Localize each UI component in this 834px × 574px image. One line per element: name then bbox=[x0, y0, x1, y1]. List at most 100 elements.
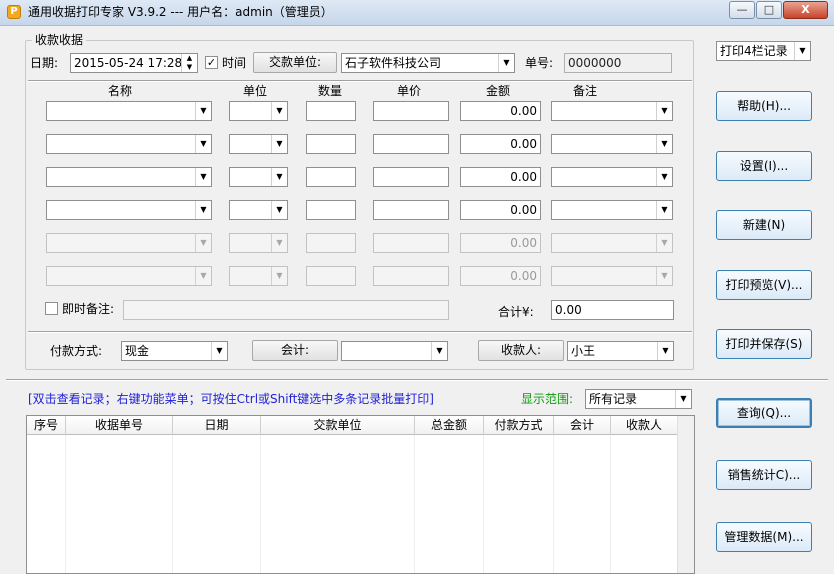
chevron-down-icon[interactable]: ▼ bbox=[195, 102, 211, 120]
chevron-down-icon[interactable]: ▼ bbox=[657, 342, 673, 360]
item-price-field[interactable] bbox=[373, 266, 449, 286]
item-remark-combo[interactable]: ▼ bbox=[551, 167, 673, 187]
time-checkbox[interactable]: ✓ bbox=[205, 56, 218, 69]
new-button[interactable]: 新建(N) bbox=[716, 210, 812, 240]
total-field[interactable]: 0.00 bbox=[551, 300, 674, 320]
item-unit-combo[interactable]: ▼ bbox=[229, 233, 288, 253]
chevron-down-icon[interactable]: ▼ bbox=[656, 267, 672, 285]
item-qty-field[interactable] bbox=[306, 233, 356, 253]
minimize-button[interactable]: — bbox=[729, 1, 755, 19]
item-unit-combo[interactable]: ▼ bbox=[229, 167, 288, 187]
records-scrollbar[interactable] bbox=[677, 416, 694, 573]
chevron-down-icon[interactable]: ▼ bbox=[271, 201, 287, 219]
chevron-down-icon[interactable]: ▼ bbox=[195, 168, 211, 186]
item-amount-field[interactable]: 0.00 bbox=[460, 266, 541, 286]
payee-button[interactable]: 收款人: bbox=[478, 340, 564, 361]
column-header[interactable]: 总金额 bbox=[415, 416, 484, 435]
item-qty-field[interactable] bbox=[306, 200, 356, 220]
settings-button[interactable]: 设置(I)... bbox=[716, 151, 812, 181]
item-amount-field[interactable]: 0.00 bbox=[460, 101, 541, 121]
item-name-combo[interactable]: ▼ bbox=[46, 266, 212, 286]
item-amount-field[interactable]: 0.00 bbox=[460, 233, 541, 253]
chevron-down-icon[interactable]: ▼ bbox=[498, 54, 514, 72]
chevron-down-icon[interactable]: ▼ bbox=[794, 42, 810, 60]
item-price-field[interactable] bbox=[373, 101, 449, 121]
payer-combo[interactable]: 石子软件科技公司 ▼ bbox=[341, 53, 515, 73]
item-amount-field[interactable]: 0.00 bbox=[460, 134, 541, 154]
item-unit-combo[interactable]: ▼ bbox=[229, 200, 288, 220]
chevron-down-icon[interactable]: ▼ bbox=[195, 234, 211, 252]
item-amount-field[interactable]: 0.00 bbox=[460, 167, 541, 187]
chevron-down-icon[interactable]: ▼ bbox=[656, 168, 672, 186]
payee-combo[interactable]: 小王 ▼ bbox=[567, 341, 674, 361]
column-header[interactable]: 收据单号 bbox=[66, 416, 173, 435]
chevron-down-icon[interactable]: ▼ bbox=[656, 135, 672, 153]
chevron-down-icon[interactable]: ▼ bbox=[195, 135, 211, 153]
records-table-header: 序号 收据单号 日期 交款单位 总金额 付款方式 会计 收款人 bbox=[27, 416, 694, 435]
chevron-down-icon[interactable]: ▼ bbox=[656, 102, 672, 120]
date-picker[interactable]: 2015-05-24 17:28: bbox=[70, 53, 198, 73]
item-name-combo[interactable]: ▼ bbox=[46, 101, 212, 121]
column-header[interactable]: 会计 bbox=[554, 416, 611, 435]
item-unit-combo[interactable]: ▼ bbox=[229, 134, 288, 154]
chevron-down-icon[interactable]: ▼ bbox=[656, 234, 672, 252]
column-header[interactable]: 收款人 bbox=[611, 416, 678, 435]
item-name-combo[interactable]: ▼ bbox=[46, 167, 212, 187]
item-amount-field[interactable]: 0.00 bbox=[460, 200, 541, 220]
spin-down-icon[interactable]: ▼ bbox=[182, 63, 197, 72]
payment-method-combo[interactable]: 现金 ▼ bbox=[121, 341, 228, 361]
item-qty-field[interactable] bbox=[306, 266, 356, 286]
chevron-down-icon[interactable]: ▼ bbox=[195, 201, 211, 219]
item-name-combo[interactable]: ▼ bbox=[46, 233, 212, 253]
close-button[interactable]: X bbox=[783, 1, 828, 19]
query-button[interactable]: 查询(Q)... bbox=[716, 398, 812, 428]
chevron-down-icon[interactable]: ▼ bbox=[271, 234, 287, 252]
item-amount-value: 0.00 bbox=[510, 203, 537, 217]
manage-data-button[interactable]: 管理数据(M)... bbox=[716, 522, 812, 552]
item-remark-combo[interactable]: ▼ bbox=[551, 233, 673, 253]
chevron-down-icon[interactable]: ▼ bbox=[271, 102, 287, 120]
chevron-down-icon[interactable]: ▼ bbox=[656, 201, 672, 219]
item-price-field[interactable] bbox=[373, 134, 449, 154]
item-name-combo[interactable]: ▼ bbox=[46, 200, 212, 220]
records-table[interactable]: 序号 收据单号 日期 交款单位 总金额 付款方式 会计 收款人 bbox=[26, 415, 695, 574]
item-price-field[interactable] bbox=[373, 200, 449, 220]
item-remark-combo[interactable]: ▼ bbox=[551, 134, 673, 154]
item-unit-combo[interactable]: ▼ bbox=[229, 101, 288, 121]
item-qty-field[interactable] bbox=[306, 134, 356, 154]
item-name-combo[interactable]: ▼ bbox=[46, 134, 212, 154]
print-mode-combo[interactable]: 打印4栏记录 ▼ bbox=[716, 41, 811, 61]
column-header[interactable]: 序号 bbox=[27, 416, 66, 435]
accountant-combo[interactable]: ▼ bbox=[341, 341, 448, 361]
column-header[interactable]: 日期 bbox=[173, 416, 261, 435]
accountant-button[interactable]: 会计: bbox=[252, 340, 338, 361]
item-qty-field[interactable] bbox=[306, 167, 356, 187]
note-checkbox[interactable] bbox=[45, 302, 58, 315]
item-remark-combo[interactable]: ▼ bbox=[551, 266, 673, 286]
help-button[interactable]: 帮助(H)... bbox=[716, 91, 812, 121]
maximize-button[interactable]: □ bbox=[756, 1, 782, 19]
sales-stats-button[interactable]: 销售统计C)... bbox=[716, 460, 812, 490]
item-qty-field[interactable] bbox=[306, 101, 356, 121]
column-header[interactable]: 交款单位 bbox=[261, 416, 415, 435]
print-preview-button[interactable]: 打印预览(V)... bbox=[716, 270, 812, 300]
range-combo[interactable]: 所有记录 ▼ bbox=[585, 389, 692, 409]
item-unit-combo[interactable]: ▼ bbox=[229, 266, 288, 286]
print-save-button[interactable]: 打印并保存(S) bbox=[716, 329, 812, 359]
chevron-down-icon[interactable]: ▼ bbox=[195, 267, 211, 285]
date-spinner[interactable]: ▲ ▼ bbox=[181, 54, 197, 72]
spin-up-icon[interactable]: ▲ bbox=[182, 54, 197, 63]
payer-button[interactable]: 交款单位: bbox=[253, 52, 337, 73]
item-price-field[interactable] bbox=[373, 167, 449, 187]
item-remark-combo[interactable]: ▼ bbox=[551, 200, 673, 220]
chevron-down-icon[interactable]: ▼ bbox=[271, 168, 287, 186]
chevron-down-icon[interactable]: ▼ bbox=[211, 342, 227, 360]
chevron-down-icon[interactable]: ▼ bbox=[271, 135, 287, 153]
chevron-down-icon[interactable]: ▼ bbox=[675, 390, 691, 408]
chevron-down-icon[interactable]: ▼ bbox=[271, 267, 287, 285]
column-header[interactable]: 付款方式 bbox=[484, 416, 554, 435]
item-price-field[interactable] bbox=[373, 233, 449, 253]
item-remark-combo[interactable]: ▼ bbox=[551, 101, 673, 121]
note-field[interactable] bbox=[123, 300, 449, 320]
chevron-down-icon[interactable]: ▼ bbox=[431, 342, 447, 360]
